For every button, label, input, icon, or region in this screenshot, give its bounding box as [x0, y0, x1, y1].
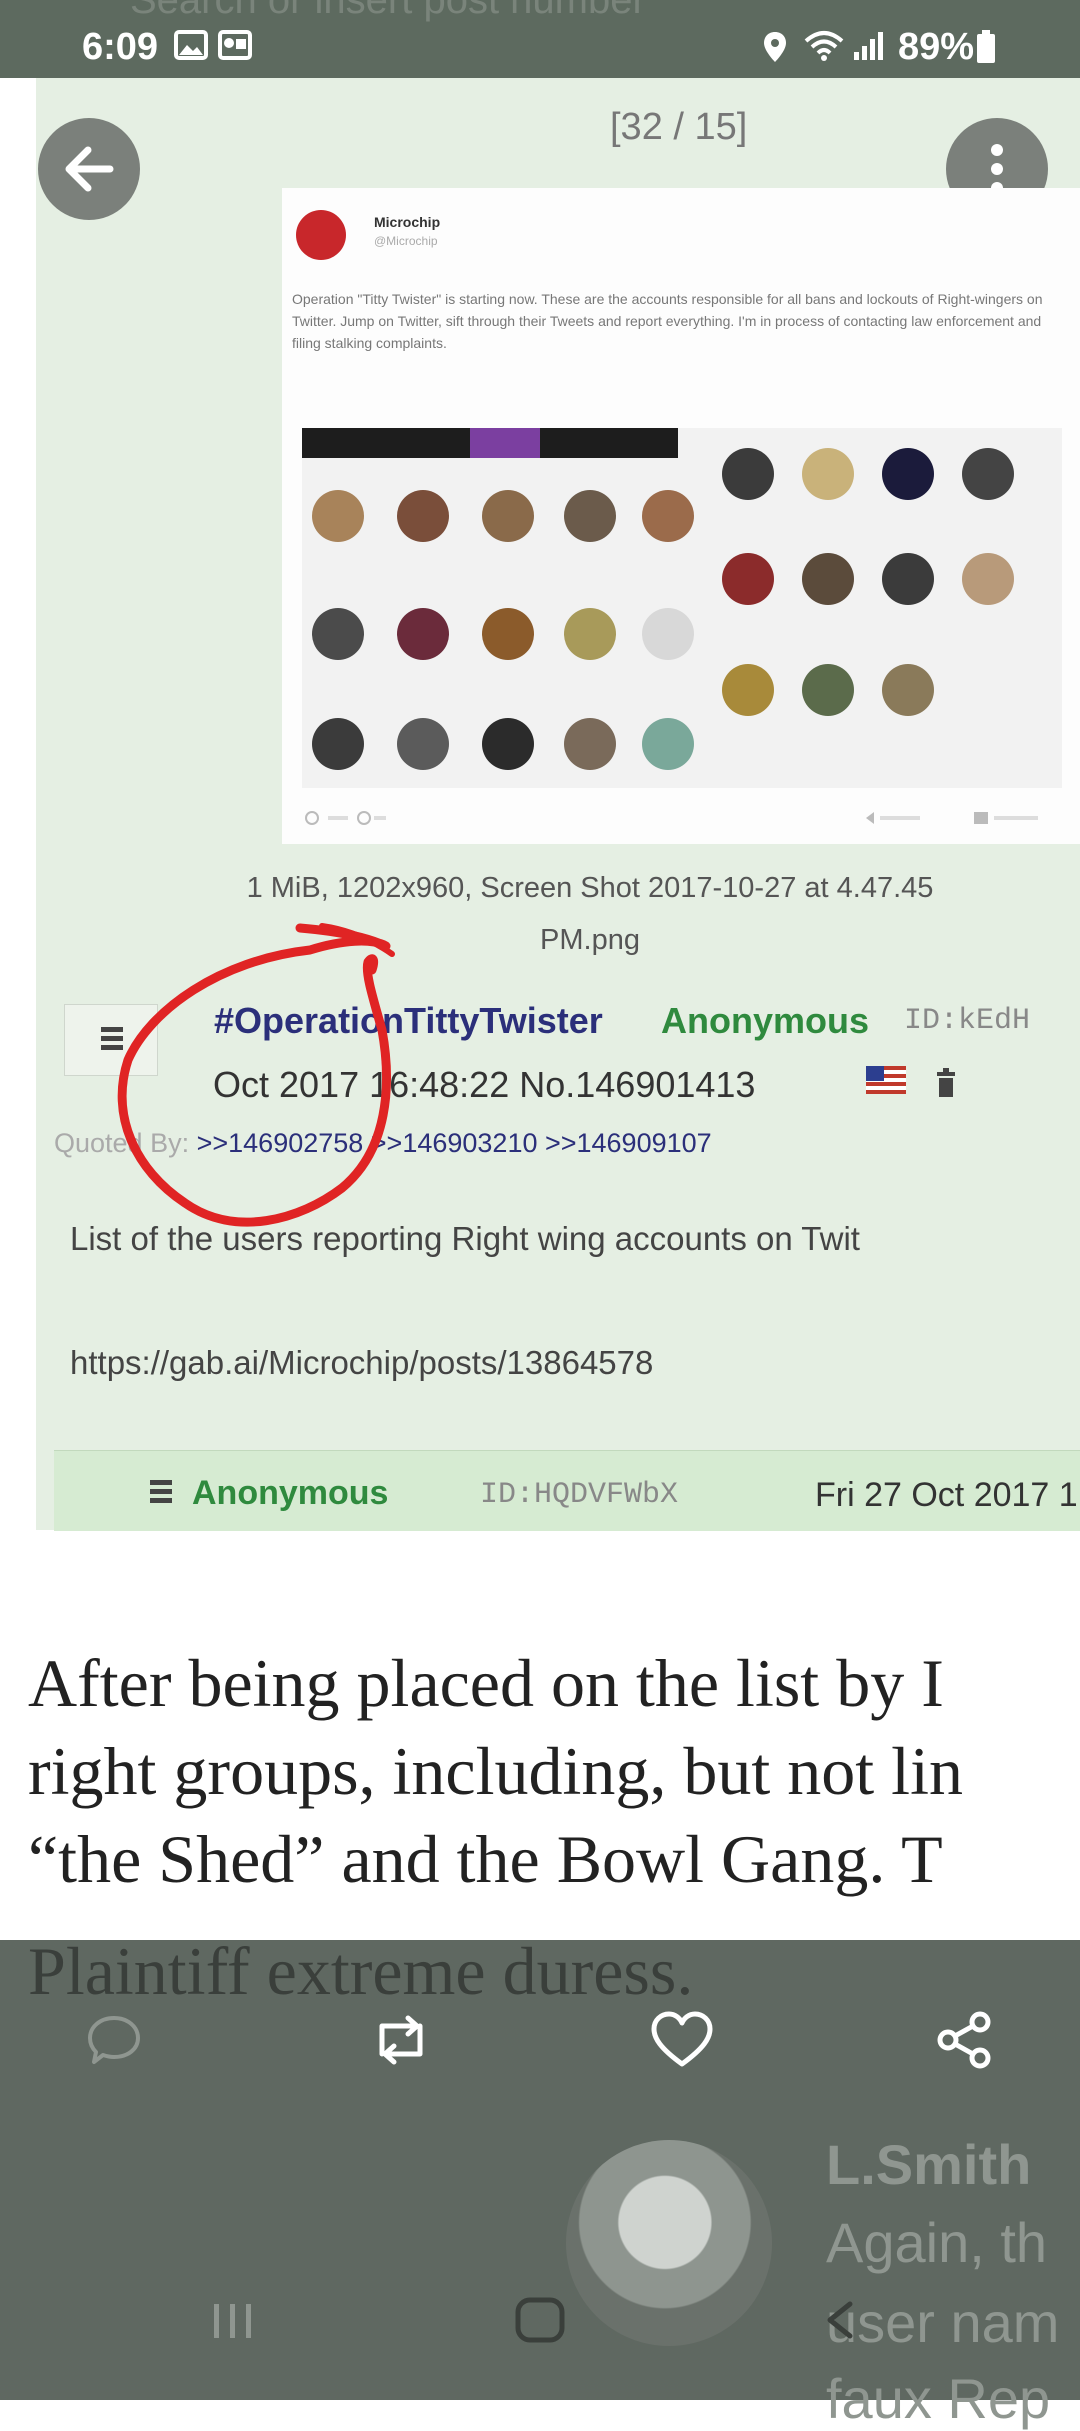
poster-name: Anonymous: [661, 1000, 870, 1041]
comment-text: Again, th: [826, 2211, 1048, 2274]
document-line: After being placed on the list by I: [28, 1645, 944, 1721]
accounts-grid-image: [302, 428, 1062, 788]
retweet-button[interactable]: [368, 2010, 434, 2070]
wifi-icon: [804, 31, 844, 61]
like-button[interactable]: [650, 2010, 714, 2070]
poster-id[interactable]: ID:kEdH: [904, 1004, 1030, 1038]
tweet-screenshot[interactable]: Microchip @Microchip Operation "Titty Tw…: [282, 188, 1080, 844]
tweet-author: Microchip: [374, 214, 441, 230]
trash-icon[interactable]: [935, 1068, 957, 1098]
document-line: “the Shed” and the Bowl Gang. T: [28, 1821, 943, 1897]
list-icon[interactable]: [150, 1480, 172, 1504]
file-info-line1: 1 MiB, 1202x960, Screen Shot 2017-10-27 …: [246, 872, 934, 904]
gallery-icon: [174, 30, 208, 60]
status-time: 6:09: [82, 26, 159, 68]
image-counter: [32 / 15]: [610, 106, 748, 148]
us-flag-icon: [866, 1066, 906, 1094]
notification-icon: [218, 30, 252, 60]
reply-poster-name: Anonymous: [192, 1474, 389, 1512]
post-body-link[interactable]: https://gab.ai/Microchip/posts/13864578: [70, 1344, 653, 1382]
share-button[interactable]: [934, 2010, 994, 2070]
status-bar: Search or insert post number 6:09 89%: [0, 0, 1080, 78]
reply-poster-id[interactable]: ID:HQDVFWbX: [480, 1478, 678, 1512]
comment-text: user nam: [826, 2291, 1060, 2354]
tweet-avatar: [296, 210, 346, 260]
back-button[interactable]: [38, 118, 140, 220]
battery-icon: [977, 30, 995, 63]
signal-icon: [854, 32, 883, 60]
home-button[interactable]: [510, 2290, 570, 2350]
comment-button[interactable]: [84, 2010, 144, 2070]
tweet-text: Operation "Titty Twister" is starting no…: [292, 291, 1043, 351]
search-placeholder-ghost: Search or insert post number: [130, 0, 646, 22]
document-line: right groups, including, but not lin: [28, 1733, 963, 1809]
commenter-avatar[interactable]: [566, 2140, 772, 2346]
red-circle-annotation: [117, 923, 395, 1227]
arrow-left-icon: [65, 146, 114, 192]
back-nav-button[interactable]: [818, 2290, 858, 2350]
tweet-actions-icon: [866, 812, 1038, 824]
recent-apps-button[interactable]: [208, 2290, 258, 2350]
tweet-like-icon: [305, 811, 386, 825]
commenter-name[interactable]: L.Smith: [826, 2132, 1031, 2197]
tweet-handle: @Microchip: [374, 234, 438, 248]
document-line: Plaintiff extreme duress.: [28, 1933, 694, 2009]
battery-percentage: 89%: [898, 26, 975, 68]
location-icon: [764, 32, 786, 62]
comment-text: faux Rep: [826, 2367, 1051, 2430]
reply-date: Fri 27 Oct 2017 1: [815, 1476, 1078, 1514]
